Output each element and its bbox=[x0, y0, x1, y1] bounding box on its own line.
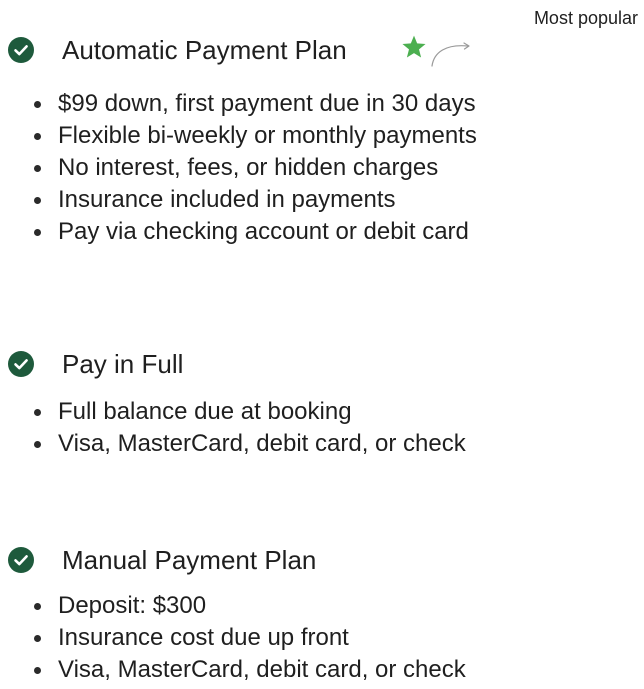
feature-list: $99 down, first payment due in 30 days F… bbox=[0, 88, 644, 248]
list-item: Insurance included in payments bbox=[0, 184, 644, 216]
plan-pay-in-full: Pay in Full Full balance due at booking … bbox=[0, 344, 644, 457]
feature-text: $99 down, first payment due in 30 days bbox=[58, 90, 476, 117]
list-item: Insurance cost due up front bbox=[0, 622, 644, 654]
plan-title: Manual Payment Plan bbox=[62, 545, 317, 575]
feature-text: Deposit: $300 bbox=[58, 592, 207, 619]
plan-header: Pay in Full bbox=[0, 344, 644, 384]
plan-header: Manual Payment Plan bbox=[0, 540, 644, 580]
feature-text: Visa, MasterCard, debit card, or check bbox=[58, 656, 466, 683]
bullet-icon bbox=[34, 101, 41, 108]
list-item: Deposit: $300 bbox=[0, 590, 644, 622]
plan-header: Automatic Payment Plan bbox=[0, 30, 644, 70]
feature-text: No interest, fees, or hidden charges bbox=[58, 154, 439, 181]
plan-title: Pay in Full bbox=[62, 349, 184, 379]
bullet-icon bbox=[34, 197, 41, 204]
feature-text: Insurance included in payments bbox=[58, 186, 396, 213]
feature-text: Full balance due at booking bbox=[58, 398, 352, 425]
feature-list: Full balance due at booking Visa, Master… bbox=[0, 396, 644, 460]
bullet-icon bbox=[34, 165, 41, 172]
bullet-icon bbox=[34, 409, 41, 416]
plan-automatic-payment: Automatic Payment Plan Most popular $99 … bbox=[0, 8, 644, 245]
list-item: Visa, MasterCard, debit card, or check bbox=[0, 654, 644, 686]
bullet-icon bbox=[34, 133, 41, 140]
plan-manual-payment: Manual Payment Plan Deposit: $300 Insura… bbox=[0, 540, 644, 683]
feature-text: Pay via checking account or debit card bbox=[58, 218, 469, 245]
check-circle-icon bbox=[8, 37, 34, 63]
feature-list: Deposit: $300 Insurance cost due up fron… bbox=[0, 590, 644, 686]
list-item: No interest, fees, or hidden charges bbox=[0, 152, 644, 184]
bullet-icon bbox=[34, 667, 41, 674]
list-item: Full balance due at booking bbox=[0, 396, 644, 428]
check-circle-icon bbox=[8, 351, 34, 377]
bullet-icon bbox=[34, 603, 41, 610]
star-icon bbox=[402, 35, 426, 58]
check-circle-icon bbox=[8, 547, 34, 573]
most-popular-badge: Most popular bbox=[533, 8, 638, 28]
curved-arrow-icon bbox=[431, 42, 470, 67]
feature-text: Flexible bi-weekly or monthly payments bbox=[58, 122, 477, 149]
payment-options-page: Automatic Payment Plan Most popular $99 … bbox=[0, 0, 644, 689]
bullet-icon bbox=[34, 441, 41, 448]
list-item: $99 down, first payment due in 30 days bbox=[0, 88, 644, 120]
list-item: Flexible bi-weekly or monthly payments bbox=[0, 120, 644, 152]
feature-text: Insurance cost due up front bbox=[58, 624, 349, 651]
list-item: Visa, MasterCard, debit card, or check bbox=[0, 428, 644, 460]
bullet-icon bbox=[34, 635, 41, 642]
feature-text: Visa, MasterCard, debit card, or check bbox=[58, 430, 466, 457]
bullet-icon bbox=[34, 229, 41, 236]
list-item: Pay via checking account or debit card bbox=[0, 216, 644, 248]
plan-title: Automatic Payment Plan bbox=[62, 35, 347, 65]
